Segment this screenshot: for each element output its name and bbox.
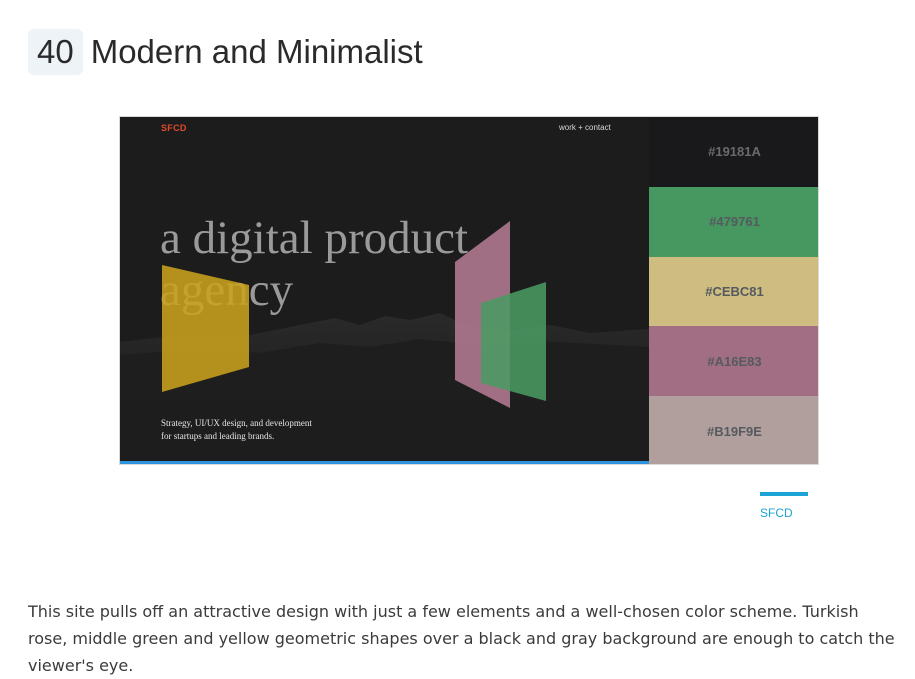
website-screenshot: SFCD work + contact a digital product ag… <box>119 116 819 465</box>
color-swatch: #B19F9E <box>649 396 818 464</box>
section-number-badge: 40 <box>28 29 83 75</box>
section-title: Modern and Minimalist <box>90 33 423 70</box>
section-heading: 40 Modern and Minimalist <box>28 28 423 76</box>
swatch-hex-label: #B19F9E <box>707 423 762 439</box>
color-swatch: #A16E83 <box>649 326 818 397</box>
color-swatch: #479761 <box>649 186 818 257</box>
swatch-hex-label: #A16E83 <box>707 353 762 369</box>
color-palette: #19181A #479761 #CEBC81 #A16E83 #B19F9E <box>649 117 818 464</box>
color-swatch: #CEBC81 <box>649 256 818 327</box>
yellow-trapezoid-shape <box>162 265 249 392</box>
sfcd-site-preview: SFCD work + contact a digital product ag… <box>120 117 649 464</box>
swatch-hex-label: #CEBC81 <box>705 283 764 299</box>
geometric-shapes <box>162 221 546 408</box>
swatch-hex-label: #479761 <box>709 214 760 230</box>
description-paragraph: This site pulls off an attractive design… <box>28 602 895 675</box>
site-tagline: Strategy, UI/UX design, and development … <box>161 417 391 443</box>
swatch-hex-label: #19181A <box>708 144 761 160</box>
color-swatch: #19181A <box>649 117 818 187</box>
tagline-line-2: for startups and leading brands. <box>161 431 275 441</box>
tagline-line-1: Strategy, UI/UX design, and development <box>161 418 312 428</box>
source-link-sfcd[interactable]: SFCD <box>760 492 808 520</box>
green-trapezoid-shape <box>481 282 546 401</box>
